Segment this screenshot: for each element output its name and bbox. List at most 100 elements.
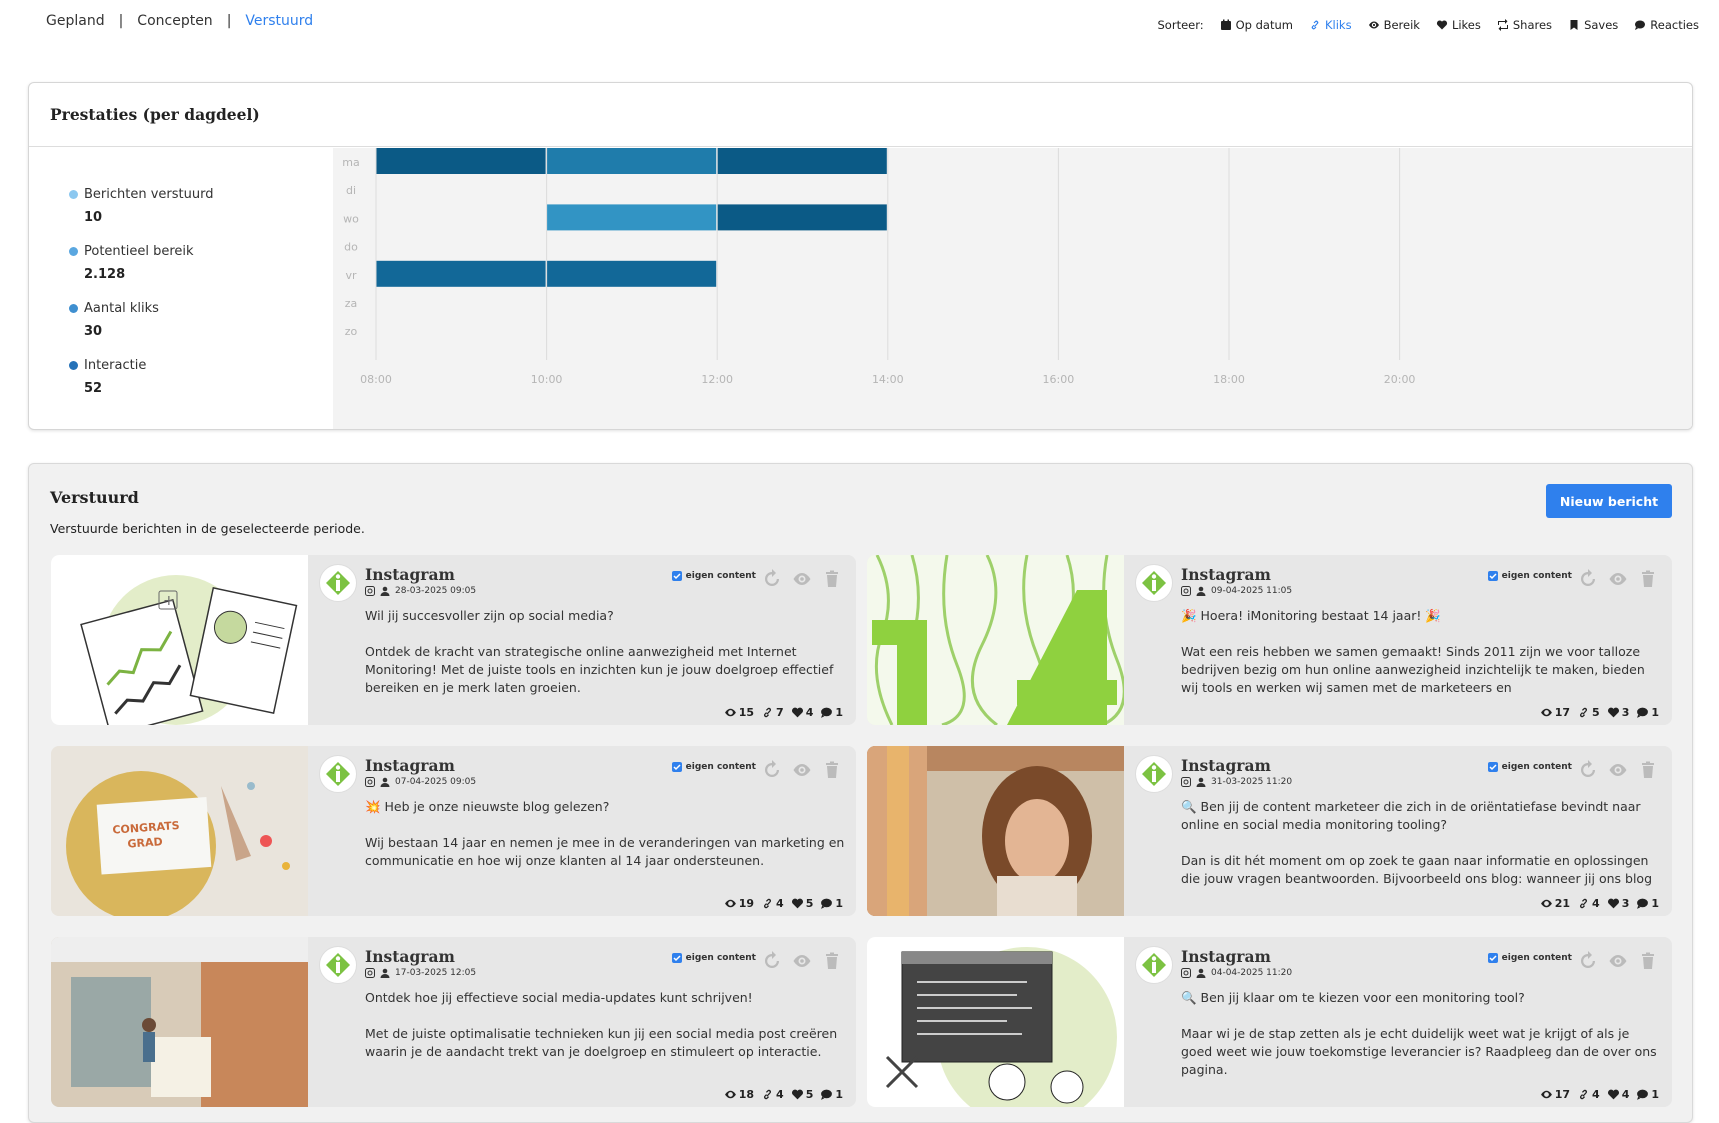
post-date: 04-04-2025 11:20: [1211, 968, 1293, 978]
post-meta: 28-03-2025 09:05: [365, 586, 476, 596]
likes-stat: 5: [791, 1088, 813, 1101]
post-stats: 21 4 3 1: [1540, 897, 1659, 910]
sort-label: Sorteer:: [1157, 18, 1204, 32]
own-content-checkbox[interactable]: eigen content: [671, 571, 756, 581]
post-actions: [762, 951, 842, 971]
refresh-icon[interactable]: [762, 760, 782, 780]
eye-icon[interactable]: [792, 760, 812, 780]
svg-text:GRAD: GRAD: [127, 835, 163, 850]
sort-reacties[interactable]: Reacties: [1634, 18, 1699, 32]
post-actions: [1578, 569, 1658, 589]
user-icon: [1196, 586, 1206, 596]
legend-dot: [69, 190, 78, 199]
imonitoring-logo: [319, 564, 357, 602]
link-icon: [763, 1089, 772, 1100]
sort-reacties-label: Reacties: [1650, 18, 1699, 32]
post-card[interactable]: Instagram 04-04-2025 11:20 eigen content…: [867, 937, 1672, 1107]
trash-icon[interactable]: [1638, 569, 1658, 589]
post-card[interactable]: CONGRATS GRAD Instagram 07-04-2025 09:05…: [51, 746, 856, 916]
views-count: 17: [1554, 1088, 1571, 1101]
eye-icon[interactable]: [1608, 951, 1628, 971]
sort-kliks[interactable]: Kliks: [1309, 18, 1352, 32]
comments-stat: 1: [1636, 897, 1659, 910]
chart-bar[interactable]: [376, 260, 546, 287]
post-card[interactable]: + Instagram 28-03-2025 09:05 eigen conte…: [51, 555, 856, 725]
sort-bereik[interactable]: Bereik: [1368, 18, 1420, 32]
sort-op-datum[interactable]: Op datum: [1220, 18, 1293, 32]
eye-icon[interactable]: [792, 951, 812, 971]
congrats-card-image: CONGRATS GRAD: [51, 746, 308, 916]
x-tick-label: 10:00: [531, 373, 563, 386]
post-platform: Instagram: [365, 947, 455, 966]
sort-likes-label: Likes: [1451, 18, 1481, 32]
instagram-icon: [365, 777, 375, 787]
own-content-checkbox[interactable]: eigen content: [1487, 571, 1572, 581]
link-icon: [1311, 20, 1319, 30]
refresh-icon[interactable]: [762, 569, 782, 589]
user-icon: [1196, 777, 1206, 787]
tab-concepten[interactable]: Concepten: [137, 13, 212, 29]
heart-icon: [1607, 1089, 1619, 1100]
tab-verstuurd[interactable]: Verstuurd: [245, 13, 313, 29]
own-content-checkbox[interactable]: eigen content: [671, 762, 756, 772]
eye-icon[interactable]: [1608, 569, 1628, 589]
eye-icon[interactable]: [792, 569, 812, 589]
chart-bar[interactable]: [717, 204, 887, 231]
new-post-button[interactable]: Nieuw bericht: [1546, 484, 1672, 518]
post-stats: 19 4 5 1: [724, 897, 843, 910]
legend-item: Potentieel bereik 2.128: [69, 244, 213, 301]
comment-icon: [821, 898, 833, 909]
chart-bar[interactable]: [547, 204, 717, 231]
refresh-icon[interactable]: [1578, 760, 1598, 780]
post-platform: Instagram: [365, 565, 455, 584]
post-card[interactable]: Instagram 17-03-2025 12:05 eigen content…: [51, 937, 856, 1107]
tab-gepland[interactable]: Gepland: [46, 13, 105, 29]
post-platform: Instagram: [1181, 565, 1271, 584]
own-content-checkbox[interactable]: eigen content: [1487, 762, 1572, 772]
eye-icon: [1540, 899, 1552, 908]
refresh-icon[interactable]: [1578, 951, 1598, 971]
comments-stat: 1: [1636, 706, 1659, 719]
post-actions: [1578, 760, 1658, 780]
eye-icon: [1540, 708, 1552, 717]
retweet-icon: [1497, 19, 1508, 31]
svg-text:+: +: [163, 593, 175, 609]
chart-bar[interactable]: [717, 148, 887, 174]
post-thumbnail: [51, 937, 308, 1107]
post-actions: [762, 760, 842, 780]
refresh-icon[interactable]: [1578, 569, 1598, 589]
sort-saves[interactable]: Saves: [1568, 18, 1618, 32]
post-card[interactable]: Instagram 31-03-2025 11:20 eigen content…: [867, 746, 1672, 916]
eye-icon[interactable]: [1608, 760, 1628, 780]
comments-count: 1: [835, 706, 843, 719]
comment-icon: [821, 1089, 833, 1100]
legend-item: Interactie 52: [69, 358, 213, 415]
own-content-checkbox[interactable]: eigen content: [671, 953, 756, 963]
post-card[interactable]: Instagram 09-04-2025 11:05 eigen content…: [867, 555, 1672, 725]
legend-label: Aantal kliks: [84, 301, 159, 316]
link-icon: [1579, 707, 1588, 718]
comment-icon: [1635, 20, 1646, 30]
likes-stat: 4: [1607, 1088, 1629, 1101]
chart-bar[interactable]: [376, 148, 546, 174]
comments-stat: 1: [820, 1088, 843, 1101]
user-icon: [380, 586, 390, 596]
tab-separator: |: [226, 13, 232, 29]
post-meta: 07-04-2025 09:05: [365, 777, 476, 787]
refresh-icon[interactable]: [762, 951, 782, 971]
own-content-checkbox[interactable]: eigen content: [1487, 953, 1572, 963]
views-count: 15: [738, 706, 755, 719]
trash-icon[interactable]: [1638, 951, 1658, 971]
trash-icon[interactable]: [822, 951, 842, 971]
trash-icon[interactable]: [822, 569, 842, 589]
trash-icon[interactable]: [822, 760, 842, 780]
trash-icon[interactable]: [1638, 760, 1658, 780]
sort-shares[interactable]: Shares: [1497, 18, 1552, 32]
imonitoring-logo: [1135, 564, 1173, 602]
legend-dot: [69, 361, 78, 370]
chart-bar[interactable]: [547, 260, 717, 287]
comment-icon: [1637, 898, 1649, 909]
checkbox-checked-icon: [1487, 571, 1498, 581]
sort-likes[interactable]: Likes: [1436, 18, 1481, 32]
chart-bar[interactable]: [547, 148, 717, 174]
